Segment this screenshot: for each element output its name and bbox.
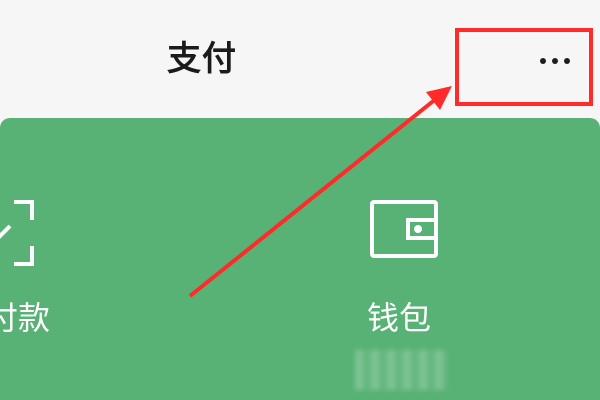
scan-icon [0, 200, 34, 266]
page-title: 支付 [167, 39, 237, 79]
payment-panel: 付款 钱包 [0, 118, 600, 400]
tile-wallet[interactable]: 钱包 [340, 186, 470, 346]
top-bar: 支付 [0, 0, 600, 118]
tile-wallet-label: 钱包 [367, 299, 432, 337]
payment-screen: 支付 付款 钱包 [0, 0, 600, 400]
more-button[interactable] [525, 46, 585, 76]
wallet-icon [370, 200, 438, 258]
more-horizontal-icon [540, 58, 570, 64]
tile-receive-label: 付款 [0, 299, 51, 337]
blurred-balance [355, 350, 447, 390]
tile-receive-payment[interactable]: 付款 [0, 186, 100, 346]
